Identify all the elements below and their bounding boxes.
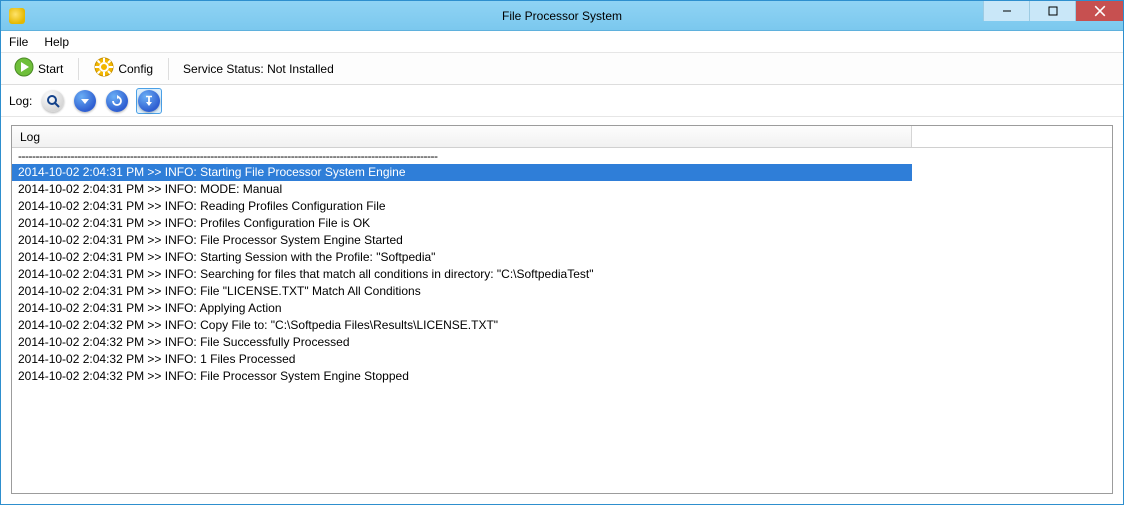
log-header: Log [12, 126, 1112, 148]
log-panel: Log ------------------------------------… [11, 125, 1113, 494]
log-row[interactable]: 2014-10-02 2:04:32 PM >> INFO: Copy File… [12, 317, 1112, 334]
toolbar-separator [168, 58, 169, 80]
config-label: Config [118, 62, 153, 76]
log-toolbar: Log: [1, 85, 1123, 117]
log-row[interactable]: 2014-10-02 2:04:32 PM >> INFO: File Succ… [12, 334, 1112, 351]
search-log-button[interactable] [40, 88, 66, 114]
titlebar[interactable]: File Processor System [1, 1, 1123, 31]
play-icon [14, 57, 34, 80]
log-row[interactable]: 2014-10-02 2:04:31 PM >> INFO: Searching… [12, 266, 1112, 283]
app-icon [9, 8, 25, 24]
log-row[interactable]: 2014-10-02 2:04:31 PM >> INFO: Starting … [12, 164, 912, 181]
log-row[interactable]: 2014-10-02 2:04:31 PM >> INFO: File Proc… [12, 232, 1112, 249]
toolbar: Start Config Service Status: Not Install… [1, 53, 1123, 85]
menubar: File Help [1, 31, 1123, 53]
log-rows[interactable]: ----------------------------------------… [12, 148, 1112, 493]
log-column-header[interactable]: Log [12, 126, 912, 147]
log-row[interactable]: 2014-10-02 2:04:31 PM >> INFO: Starting … [12, 249, 1112, 266]
close-button[interactable] [1075, 1, 1123, 21]
export-log-button[interactable] [136, 88, 162, 114]
app-window: File Processor System File Help Start [0, 0, 1124, 505]
scroll-down-button[interactable] [72, 88, 98, 114]
config-button[interactable]: Config [87, 56, 160, 82]
log-row[interactable]: 2014-10-02 2:04:32 PM >> INFO: 1 Files P… [12, 351, 1112, 368]
magnifier-icon [42, 90, 64, 112]
start-label: Start [38, 62, 63, 76]
log-row[interactable]: 2014-10-02 2:04:31 PM >> INFO: MODE: Man… [12, 181, 1112, 198]
refresh-log-button[interactable] [104, 88, 130, 114]
start-button[interactable]: Start [7, 56, 70, 82]
content-area: Log ------------------------------------… [1, 117, 1123, 504]
log-label: Log: [9, 94, 32, 108]
menu-file[interactable]: File [9, 35, 28, 49]
log-row[interactable]: 2014-10-02 2:04:31 PM >> INFO: Applying … [12, 300, 1112, 317]
service-status: Service Status: Not Installed [183, 62, 334, 76]
gear-icon [94, 57, 114, 80]
down-arrow-icon [74, 90, 96, 112]
log-row[interactable]: 2014-10-02 2:04:31 PM >> INFO: Profiles … [12, 215, 1112, 232]
menu-help[interactable]: Help [44, 35, 69, 49]
toolbar-separator [78, 58, 79, 80]
minimize-button[interactable] [983, 1, 1029, 21]
maximize-button[interactable] [1029, 1, 1075, 21]
log-divider: ----------------------------------------… [12, 148, 1112, 164]
export-icon [138, 90, 160, 112]
log-row[interactable]: 2014-10-02 2:04:32 PM >> INFO: File Proc… [12, 368, 1112, 385]
log-row[interactable]: 2014-10-02 2:04:31 PM >> INFO: File "LIC… [12, 283, 1112, 300]
log-row[interactable]: 2014-10-02 2:04:31 PM >> INFO: Reading P… [12, 198, 1112, 215]
window-title: File Processor System [1, 9, 1123, 23]
refresh-icon [106, 90, 128, 112]
